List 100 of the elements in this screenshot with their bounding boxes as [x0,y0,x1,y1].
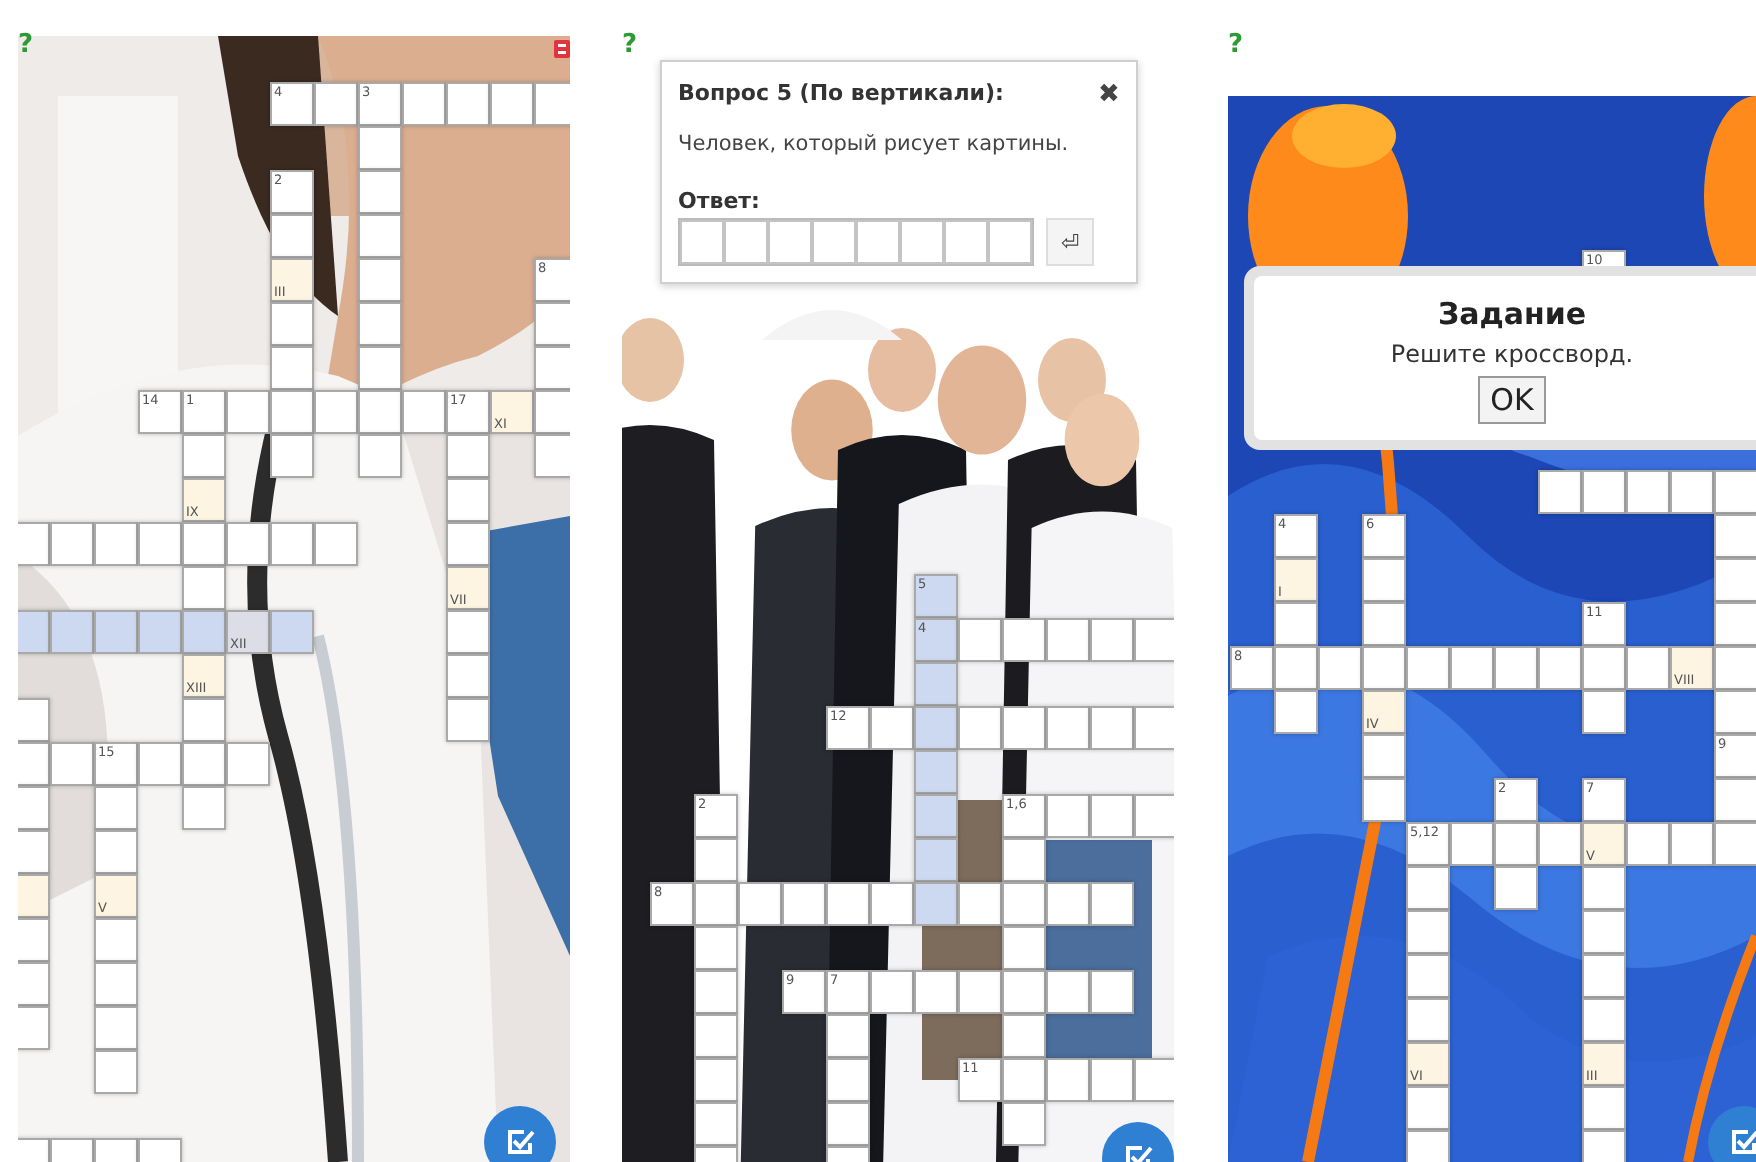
crossword-cell[interactable] [18,522,50,566]
crossword-cell[interactable] [1002,970,1046,1014]
crossword-cell[interactable] [182,742,226,786]
crossword-cell[interactable] [1362,778,1406,822]
crossword-cell[interactable] [1090,618,1134,662]
crossword-cell[interactable] [1002,926,1046,970]
crossword-cell[interactable] [138,610,182,654]
crossword-cell[interactable] [94,786,138,830]
crossword-cell[interactable] [402,390,446,434]
crossword-cell[interactable] [534,390,570,434]
crossword-cell[interactable] [314,390,358,434]
crossword-cell[interactable] [1002,838,1046,882]
crossword-cell[interactable] [18,610,50,654]
crossword-cell[interactable] [1538,470,1582,514]
crossword-cell[interactable] [50,742,94,786]
crossword-cell[interactable] [446,522,490,566]
crossword-cell[interactable] [870,970,914,1014]
crossword-cell[interactable] [826,882,870,926]
crossword-cell[interactable] [182,786,226,830]
crossword-cell[interactable] [1582,470,1626,514]
crossword-cell[interactable] [18,918,50,962]
crossword-cell[interactable] [914,882,958,926]
crossword-cell[interactable] [226,742,270,786]
crossword-cell[interactable] [958,970,1002,1014]
crossword-cell[interactable] [182,566,226,610]
crossword-cell[interactable] [358,346,402,390]
crossword-cell[interactable] [1626,470,1670,514]
crossword-cell[interactable] [1406,866,1450,910]
crossword-cell[interactable] [534,82,570,126]
crossword-cell[interactable] [1582,690,1626,734]
crossword-cell[interactable] [1670,822,1714,866]
crossword-cell[interactable] [1362,558,1406,602]
crossword-cell[interactable] [94,522,138,566]
crossword-cell[interactable] [358,434,402,478]
crossword-cell[interactable] [1046,1058,1090,1102]
crossword-cell[interactable] [694,926,738,970]
crossword-cell[interactable] [1582,910,1626,954]
crossword-cell[interactable] [694,1014,738,1058]
crossword-cell[interactable] [358,390,402,434]
crossword-cell[interactable] [446,478,490,522]
crossword-cell[interactable] [958,882,1002,926]
crossword-cell[interactable] [694,1058,738,1102]
crossword-cell[interactable] [1714,822,1756,866]
crossword-cell[interactable] [18,874,50,918]
crossword-cell[interactable] [446,82,490,126]
crossword-cell[interactable] [138,522,182,566]
letter-field[interactable] [900,220,944,264]
letter-field[interactable] [856,220,900,264]
crossword-cell[interactable] [182,434,226,478]
crossword-cell[interactable] [1714,602,1756,646]
crossword-cell[interactable] [314,522,358,566]
crossword-cell[interactable] [1046,794,1090,838]
crossword-cell[interactable] [1274,646,1318,690]
crossword-cell[interactable] [446,698,490,742]
crossword-cell[interactable] [914,662,958,706]
crossword-cell[interactable] [94,610,138,654]
crossword-cell[interactable] [1406,998,1450,1042]
crossword-cell[interactable] [534,346,570,390]
crossword-cell[interactable] [94,1006,138,1050]
crossword-cell[interactable] [138,742,182,786]
crossword-cell[interactable] [358,214,402,258]
crossword-cell[interactable] [402,82,446,126]
grid-icon[interactable] [554,40,570,58]
letter-field[interactable] [944,220,988,264]
crossword-cell[interactable] [358,302,402,346]
crossword-cell[interactable] [1670,470,1714,514]
crossword-cell[interactable] [1318,646,1362,690]
letter-field[interactable] [768,220,812,264]
crossword-cell[interactable] [1406,646,1450,690]
crossword-cell[interactable] [1362,602,1406,646]
crossword-cell[interactable] [1406,1130,1450,1162]
crossword-cell[interactable] [534,434,570,478]
crossword-cell[interactable] [270,346,314,390]
crossword-cell[interactable] [694,838,738,882]
crossword-cell[interactable] [1002,1102,1046,1146]
crossword-cell[interactable] [446,434,490,478]
crossword-cell[interactable] [1450,822,1494,866]
crossword-cell[interactable] [1090,970,1134,1014]
crossword-cell[interactable] [914,750,958,794]
crossword-cell[interactable] [1626,646,1670,690]
crossword-cell[interactable] [1090,706,1134,750]
help-icon[interactable]: ? [622,32,638,58]
crossword-cell[interactable] [94,1050,138,1094]
crossword-cell[interactable] [914,706,958,750]
crossword-cell[interactable] [94,962,138,1006]
crossword-cell[interactable] [1046,970,1090,1014]
crossword-cell[interactable] [1714,646,1756,690]
crossword-cell[interactable] [870,882,914,926]
crossword-cell[interactable] [694,970,738,1014]
crossword-cell[interactable] [1274,602,1318,646]
crossword-cell[interactable] [270,390,314,434]
crossword-cell[interactable] [270,610,314,654]
crossword-cell[interactable] [94,918,138,962]
ok-button[interactable]: OK [1478,376,1546,424]
crossword-cell[interactable] [694,882,738,926]
crossword-cell[interactable] [1134,1058,1174,1102]
crossword-cell[interactable] [1090,1058,1134,1102]
enter-button[interactable]: ⏎ [1046,218,1094,266]
crossword-cell[interactable] [18,786,50,830]
crossword-cell[interactable] [1582,1130,1626,1162]
